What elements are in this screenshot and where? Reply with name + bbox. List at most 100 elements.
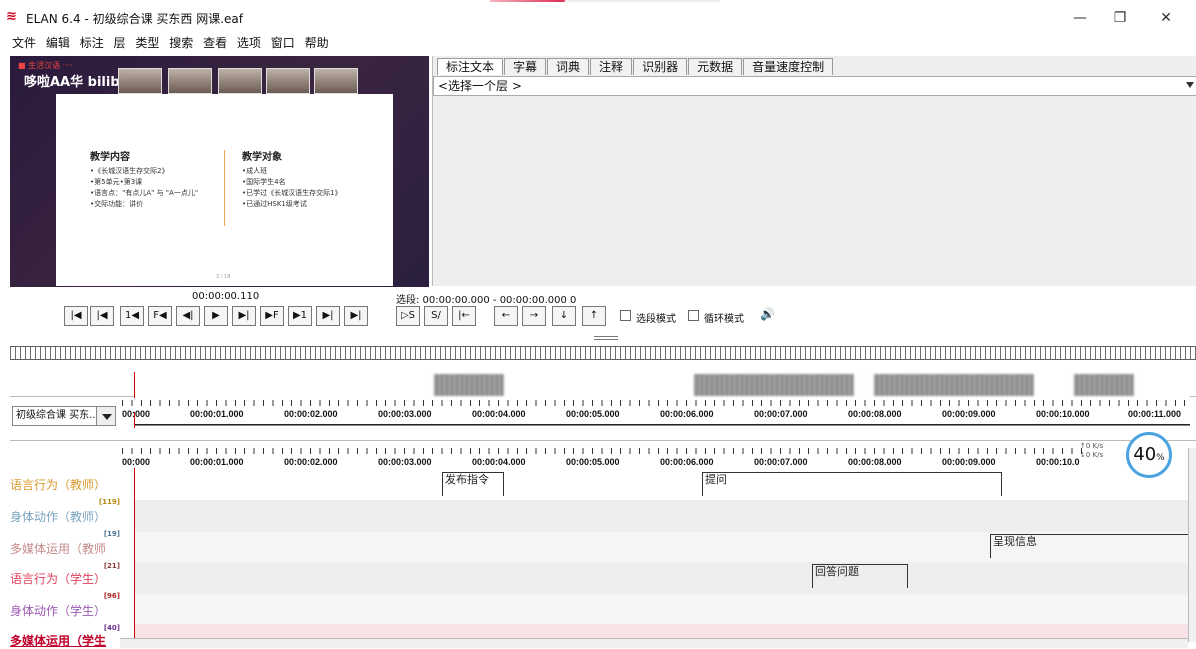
tier-label[interactable]: 语言行为（教师） [119] — [10, 476, 120, 508]
menu-window[interactable]: 窗口 — [271, 34, 295, 51]
tab-comments[interactable]: 注释 — [590, 58, 633, 75]
vertical-scrollbar[interactable] — [1188, 448, 1196, 642]
tier-row[interactable] — [134, 624, 1190, 638]
percent-badge[interactable]: 40% — [1126, 432, 1172, 478]
selection-mode-checkbox[interactable] — [620, 310, 631, 321]
prev-segment-button[interactable]: ◀| — [176, 306, 200, 326]
forward-frame-button[interactable]: ▶F — [260, 306, 284, 326]
elan-logo-icon: ≋ — [6, 9, 17, 24]
waveform-viewer[interactable] — [134, 372, 1190, 398]
slide-item: •国际学生4名 — [242, 178, 286, 186]
tier-row[interactable]: 发布指令 提问 — [134, 468, 1190, 500]
selection-begin-button[interactable]: |← — [452, 306, 476, 326]
menu-help[interactable]: 帮助 — [305, 34, 329, 51]
title-bar: ≋ ELAN 6.4 - 初级综合课 买东西 网课.eaf — ❐ ✕ — [0, 0, 1196, 34]
chevron-down-icon[interactable] — [1186, 82, 1194, 88]
menu-view[interactable]: 查看 — [203, 34, 227, 51]
tick-label: 00:00:06.000 — [660, 457, 714, 467]
window-title: ELAN 6.4 - 初级综合课 买东西 网课.eaf — [26, 12, 243, 26]
tier-name: 身体动作（教师） — [10, 510, 107, 524]
annotation-panel: 标注文本 字幕 词典 注释 识别器 元数据 音量速度控制 <选择一个层 > — [432, 56, 1196, 286]
crosshair-cursor — [134, 468, 135, 638]
left-arrow-button[interactable]: ← — [494, 306, 518, 326]
tier-row[interactable] — [134, 594, 1190, 626]
clear-selection-button[interactable]: S/ — [424, 306, 448, 326]
tier-count: [21] — [103, 562, 120, 570]
go-to-begin-button[interactable]: |◀ — [64, 306, 88, 326]
tick-label: 00:00:01.000 — [190, 457, 244, 467]
menu-file[interactable]: 文件 — [12, 34, 36, 51]
menu-edit[interactable]: 编辑 — [46, 34, 70, 51]
tab-recognizers[interactable]: 识别器 — [633, 58, 688, 75]
slide-page-number: 3 / 18 — [216, 274, 231, 280]
tier-select-box[interactable]: <选择一个层 > — [433, 76, 1196, 96]
time-ruler: 00:000 00:00:01.000 00:00:02.000 00:00:0… — [122, 448, 1082, 468]
tab-annotation-text[interactable]: 标注文本 — [437, 58, 504, 75]
horizontal-scrollbar[interactable] — [120, 638, 1188, 648]
progress-strip — [490, 0, 720, 2]
down-arrow-button[interactable]: ↓ — [552, 306, 576, 326]
split-handle[interactable] — [594, 336, 618, 340]
crosshair-cursor — [134, 412, 135, 428]
tab-metadata[interactable]: 元数据 — [688, 58, 743, 75]
close-icon[interactable]: ✕ — [1146, 6, 1186, 30]
menu-annotation[interactable]: 标注 — [80, 34, 104, 51]
tick-label: 00:00:03.000 — [378, 409, 432, 419]
up-arrow-button[interactable]: ↑ — [582, 306, 606, 326]
tick-label: 00:00:09.000 — [942, 409, 996, 419]
play-selection-button[interactable]: ▷S — [396, 306, 420, 326]
tier-label[interactable]: 语言行为（学生） [96] — [10, 570, 120, 602]
timeline-overview[interactable] — [10, 346, 1196, 360]
tier-row[interactable]: 呈现信息 — [134, 532, 1190, 564]
tier-name: 身体动作（学生） — [10, 604, 107, 618]
chevron-down-icon[interactable] — [96, 406, 116, 426]
download-speed: ↓0 K/s — [1080, 451, 1104, 459]
tab-volume-rate[interactable]: 音量速度控制 — [743, 58, 834, 75]
tier-label[interactable]: 多媒体运用（教师 [21] — [10, 540, 120, 572]
crosshair-cursor — [134, 372, 135, 398]
tier-count: [119] — [98, 498, 120, 506]
loop-mode-checkbox[interactable] — [688, 310, 699, 321]
annotation[interactable]: 提问 — [702, 472, 1002, 496]
slide-right-title: 教学对象 — [242, 152, 282, 163]
go-to-end-button[interactable]: ▶| — [344, 306, 368, 326]
tab-row: 标注文本 字幕 词典 注释 识别器 元数据 音量速度控制 — [437, 58, 834, 76]
minimize-icon[interactable]: — — [1060, 6, 1100, 30]
menu-search[interactable]: 搜索 — [169, 34, 193, 51]
back-frame-button[interactable]: F◀ — [148, 306, 172, 326]
tick-label: 00:00:10.000 — [1036, 409, 1090, 419]
timeline-track — [134, 424, 1190, 426]
annotation[interactable]: 发布指令 — [442, 472, 504, 496]
menu-bar: 文件 编辑 标注 层 类型 搜索 查看 选项 窗口 帮助 — [0, 34, 1196, 52]
tier-label[interactable]: 身体动作（学生） [40] — [10, 602, 120, 634]
play-button[interactable]: ▶ — [204, 306, 228, 326]
volume-icon[interactable]: 🔊 — [760, 307, 775, 321]
restore-icon[interactable]: ❐ — [1100, 6, 1140, 30]
back-1s-button[interactable]: 1◀ — [120, 306, 144, 326]
previous-frame-button[interactable]: |◀ — [90, 306, 114, 326]
menu-tier[interactable]: 层 — [114, 34, 126, 51]
tab-subtitles[interactable]: 字幕 — [504, 58, 547, 75]
tier-label[interactable]: 多媒体运用（学生 — [10, 632, 120, 648]
tier-count: [40] — [103, 624, 120, 632]
next-segment-button[interactable]: ▶| — [232, 306, 256, 326]
tier-row[interactable] — [134, 500, 1190, 532]
waveform-segment — [694, 374, 854, 396]
slide-item: •《长城汉语生存交际2》 — [90, 167, 169, 175]
video-viewer[interactable]: ■ 生活汉语 ···· 哆啦AA华 bilibili 教学内容 •《长城汉语生存… — [10, 56, 429, 287]
menu-type[interactable]: 类型 — [135, 34, 159, 51]
right-arrow-button[interactable]: → — [522, 306, 546, 326]
next-frame-button[interactable]: ▶| — [316, 306, 340, 326]
tier-row[interactable]: 回答问题 — [134, 562, 1190, 594]
tick-label: 00:00:09.000 — [942, 457, 996, 467]
tier-name: 多媒体运用（教师 — [10, 542, 107, 556]
menu-options[interactable]: 选项 — [237, 34, 261, 51]
selection-mode-label: 选段模式 — [636, 314, 676, 325]
tier-label[interactable]: 身体动作（教师） [19] — [10, 508, 120, 540]
forward-1s-button[interactable]: ▶1 — [288, 306, 312, 326]
tab-lexicon[interactable]: 词典 — [547, 58, 590, 75]
annotation[interactable]: 回答问题 — [812, 564, 908, 588]
slide-divider — [224, 150, 225, 226]
annotation[interactable]: 呈现信息 — [990, 534, 1190, 558]
slide: 教学内容 •《长城汉语生存交际2》 •第5单元•第3课 •语言点："有点儿A" … — [56, 94, 393, 286]
